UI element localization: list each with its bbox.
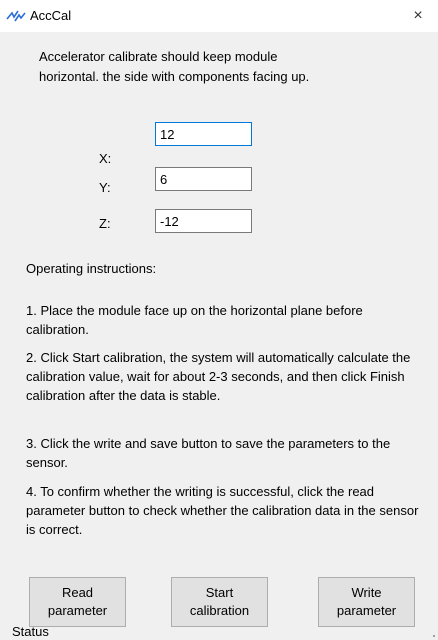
write-parameter-label: Write parameter xyxy=(336,585,397,618)
write-parameter-button[interactable]: Write parameter xyxy=(318,577,415,627)
read-parameter-label: Read parameter xyxy=(47,585,108,618)
instructions-heading: Operating instructions: xyxy=(26,261,157,276)
resize-grip-icon[interactable] xyxy=(426,628,436,638)
y-input[interactable] xyxy=(155,167,252,191)
y-label: Y: xyxy=(99,180,111,195)
instruction-step-2: 2. Click Start calibration, the system w… xyxy=(26,350,411,403)
status-bar-text: Status xyxy=(12,624,49,639)
instruction-step-3: 3. Click the write and save button to sa… xyxy=(26,436,391,470)
title-bar: AccCal × xyxy=(0,0,438,32)
close-button[interactable]: × xyxy=(408,6,428,26)
description-text: Accelerator calibrate should keep module… xyxy=(39,49,310,84)
x-label: X: xyxy=(99,151,112,166)
start-calibration-label: Start calibration xyxy=(189,585,250,618)
instruction-step-4: 4. To confirm whether the writing is suc… xyxy=(26,484,419,537)
window-title: AccCal xyxy=(30,8,72,23)
app-icon xyxy=(6,10,26,22)
read-parameter-button[interactable]: Read parameter xyxy=(29,577,126,627)
start-calibration-button[interactable]: Start calibration xyxy=(171,577,268,627)
instruction-step-1: 1. Place the module face up on the horiz… xyxy=(26,303,363,337)
z-input[interactable] xyxy=(155,209,252,233)
x-input[interactable] xyxy=(155,122,252,146)
z-label: Z: xyxy=(99,216,111,231)
